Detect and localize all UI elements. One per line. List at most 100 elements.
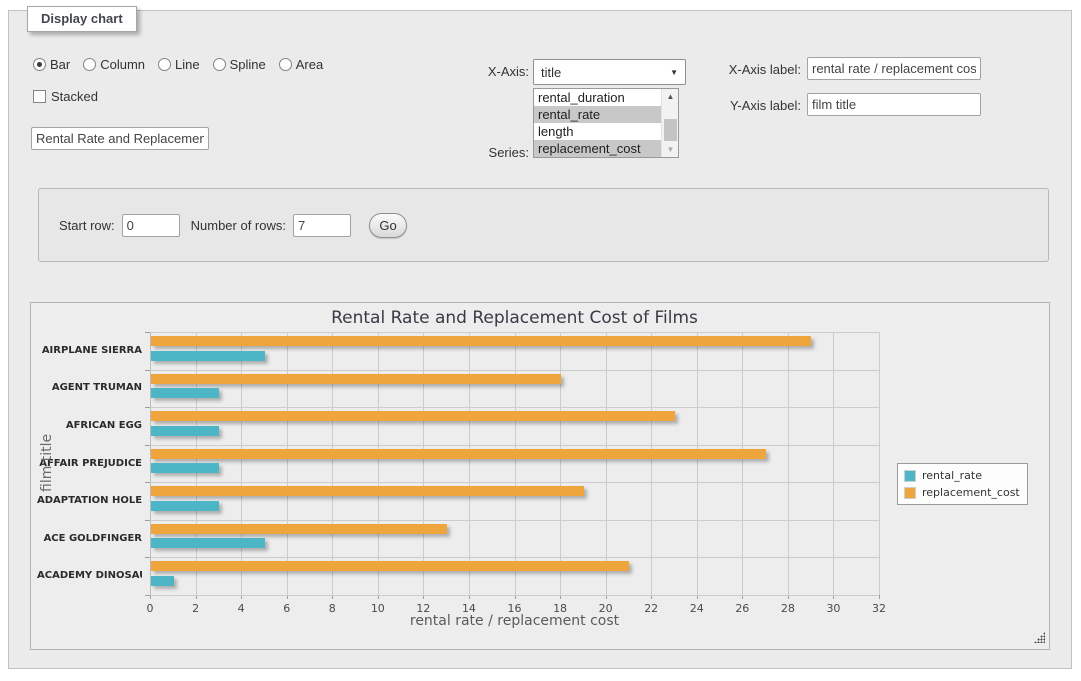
resize-handle-icon[interactable] — [1034, 632, 1045, 643]
stacked-label: Stacked — [51, 89, 98, 104]
bar-replacement_cost — [151, 411, 675, 421]
bar-replacement_cost — [151, 561, 629, 571]
legend-item-replacement_cost: replacement_cost — [904, 486, 1020, 499]
panel-title: Display chart — [27, 6, 137, 32]
num-rows-label: Number of rows: — [191, 218, 286, 233]
gridline-vertical — [606, 332, 607, 595]
series-option-rental_rate[interactable]: rental_rate — [534, 106, 662, 123]
x-tick-mark — [879, 595, 880, 599]
chart-type-column[interactable]: Column — [83, 57, 145, 72]
series-option-length[interactable]: length — [534, 123, 662, 140]
gridline-vertical — [423, 332, 424, 595]
radio-label: Area — [296, 57, 323, 72]
x-axis-text-label: X-Axis label: — [649, 62, 801, 77]
gridline-horizontal — [150, 370, 879, 371]
bar-replacement_cost — [151, 374, 561, 384]
gridline-vertical — [651, 332, 652, 595]
legend-swatch-icon — [904, 470, 916, 482]
x-axis-title: rental rate / replacement cost — [150, 613, 879, 629]
stacked-checkbox[interactable] — [33, 90, 46, 103]
y-axis-title: film title — [39, 393, 55, 533]
gridline-vertical — [515, 332, 516, 595]
bar-replacement_cost — [151, 336, 811, 346]
bar-rental_rate — [151, 426, 219, 436]
start-row-label: Start row: — [59, 218, 115, 233]
display-chart-panel: Display chart BarColumnLineSplineArea St… — [8, 10, 1072, 669]
radio-icon — [158, 58, 171, 71]
gridline-horizontal — [150, 557, 879, 558]
bar-rental_rate — [151, 388, 219, 398]
num-rows-input[interactable] — [293, 214, 351, 237]
gridline-vertical — [287, 332, 288, 595]
radio-icon — [279, 58, 292, 71]
legend-item-rental_rate: rental_rate — [904, 469, 1020, 482]
gridline-vertical — [560, 332, 561, 595]
bar-rental_rate — [151, 463, 219, 473]
y-axis-label-input[interactable] — [807, 93, 981, 116]
category-label: ACE GOLDFINGER — [37, 533, 142, 544]
y-tick-mark — [145, 595, 150, 596]
chart-title: Rental Rate and Replacement Cost of Film… — [150, 308, 879, 328]
chart-container: Rental Rate and Replacement Cost of Film… — [30, 302, 1050, 650]
x-axis-label-input[interactable] — [807, 57, 981, 80]
gridline-vertical — [332, 332, 333, 595]
radio-label: Spline — [230, 57, 266, 72]
y-tick-mark — [145, 332, 150, 333]
start-row-input[interactable] — [122, 214, 180, 237]
legend-label: replacement_cost — [922, 486, 1020, 499]
bar-replacement_cost — [151, 524, 447, 534]
series-label: Series: — [389, 145, 529, 160]
legend-swatch-icon — [904, 487, 916, 499]
gridline-horizontal — [150, 407, 879, 408]
chart-legend: rental_rate replacement_cost — [897, 463, 1028, 505]
chart-title-input[interactable] — [31, 127, 209, 150]
bar-rental_rate — [151, 538, 265, 548]
gridline-horizontal — [150, 520, 879, 521]
gridline-horizontal — [150, 332, 879, 333]
radio-icon — [213, 58, 226, 71]
stacked-checkbox-row[interactable]: Stacked — [33, 89, 98, 104]
series-option-rental_duration[interactable]: rental_duration — [534, 89, 662, 106]
gridline-vertical — [833, 332, 834, 595]
radio-label: Line — [175, 57, 200, 72]
y-tick-mark — [145, 370, 150, 371]
category-label: AGENT TRUMAN — [37, 382, 142, 393]
legend-label: rental_rate — [922, 469, 982, 482]
chart-type-bar[interactable]: Bar — [33, 57, 70, 72]
gridline-vertical — [697, 332, 698, 595]
gridline-vertical — [378, 332, 379, 595]
bar-rental_rate — [151, 351, 265, 361]
chart-type-spline[interactable]: Spline — [213, 57, 266, 72]
bar-replacement_cost — [151, 486, 584, 496]
gridline-horizontal — [150, 595, 879, 596]
x-axis-select-value: title — [541, 65, 561, 80]
chart-type-radio-group: Bar Column Line Spline Area — [33, 57, 323, 72]
bar-rental_rate — [151, 501, 219, 511]
y-tick-mark — [145, 557, 150, 558]
y-tick-mark — [145, 482, 150, 483]
gridline-vertical — [742, 332, 743, 595]
gridline-horizontal — [150, 482, 879, 483]
radio-label: Column — [100, 57, 145, 72]
bar-replacement_cost — [151, 449, 766, 459]
radio-icon — [33, 58, 46, 71]
row-range-panel: Start row: Number of rows: Go — [38, 188, 1049, 262]
y-tick-mark — [145, 445, 150, 446]
x-axis-select-label: X-Axis: — [389, 64, 529, 79]
go-button[interactable]: Go — [369, 213, 407, 238]
chart-type-line[interactable]: Line — [158, 57, 200, 72]
gridline-vertical — [469, 332, 470, 595]
category-label: AIRPLANE SIERRA — [37, 345, 142, 356]
gridline-vertical — [788, 332, 789, 595]
scrollbar-thumb[interactable] — [664, 119, 677, 141]
series-option-replacement_cost[interactable]: replacement_cost — [534, 140, 662, 157]
gridline-horizontal — [150, 445, 879, 446]
y-axis-text-label: Y-Axis label: — [649, 98, 801, 113]
scroll-down-icon[interactable]: ▼ — [662, 142, 679, 157]
gridline-vertical — [879, 332, 880, 595]
category-label: ACADEMY DINOSAUR — [37, 570, 142, 581]
gridline-vertical — [241, 332, 242, 595]
chart-type-area[interactable]: Area — [279, 57, 323, 72]
radio-label: Bar — [50, 57, 70, 72]
y-tick-mark — [145, 407, 150, 408]
